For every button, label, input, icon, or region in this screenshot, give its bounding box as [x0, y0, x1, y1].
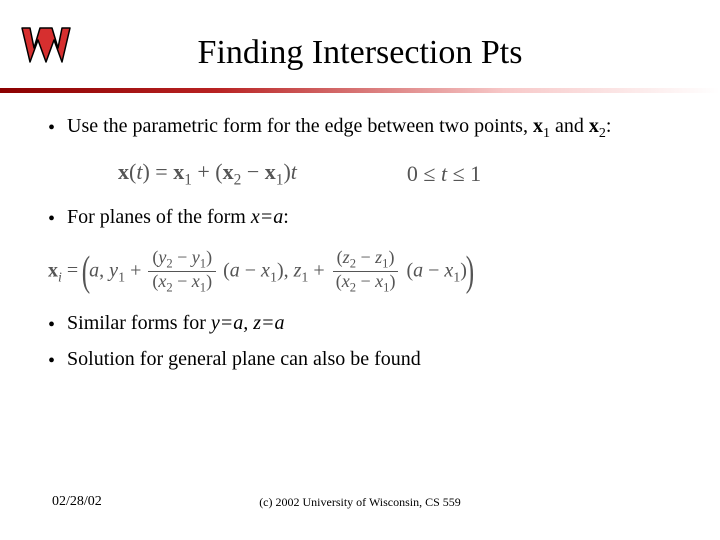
bullet-1: • Use the parametric form for the edge b…	[48, 113, 672, 143]
wisconsin-logo	[18, 22, 74, 70]
bullet-dot: •	[48, 312, 55, 338]
slide-footer: 02/28/02 (c) 2002 University of Wisconsi…	[0, 494, 720, 510]
equation-2: xi = (a, y1 + (y2 − y1) (x2 − x1) (a − x…	[48, 248, 473, 296]
bullet-4: • Solution for general plane can also be…	[48, 346, 672, 374]
b1-x1: x	[533, 115, 543, 137]
footer-copyright: (c) 2002 University of Wisconsin, CS 559	[259, 495, 461, 510]
b1-sub2: 2	[599, 126, 606, 141]
bullet-3-text: Similar forms for y=a, z=a	[67, 310, 285, 336]
b1-sub1: 1	[543, 126, 550, 141]
equation-1-left: x(t) = x1 + (x2 − x1)t	[118, 159, 297, 189]
slide-title: Finding Intersection Pts	[0, 0, 720, 72]
slide: Finding Intersection Pts • Use the param…	[0, 0, 720, 540]
b3-eq: y=a, z=a	[211, 312, 285, 334]
bullet-1-text: Use the parametric form for the edge bet…	[67, 113, 611, 143]
bullet-1-pre: Use the parametric form for the edge bet…	[67, 115, 533, 137]
b3-pre: Similar forms for	[67, 312, 211, 334]
bullet-2: • For planes of the form x=a:	[48, 204, 672, 232]
b1-and: and	[550, 115, 589, 137]
bullet-3: • Similar forms for y=a, z=a	[48, 310, 672, 338]
bullet-4-text: Solution for general plane can also be f…	[67, 346, 421, 372]
bullet-dot: •	[48, 206, 55, 232]
bullet-dot: •	[48, 115, 55, 141]
bullet-dot: •	[48, 348, 55, 374]
b2-eq: x=a	[251, 206, 283, 228]
slide-content: • Use the parametric form for the edge b…	[0, 93, 720, 374]
equation-1-right: 0 ≤ t ≤ 1	[407, 161, 481, 187]
footer-date: 02/28/02	[0, 494, 102, 510]
b2-pre: For planes of the form	[67, 206, 251, 228]
b1-x2: x	[589, 115, 599, 137]
equation-1-row: x(t) = x1 + (x2 − x1)t 0 ≤ t ≤ 1	[48, 151, 672, 203]
b1-post: :	[606, 115, 612, 137]
b2-post: :	[283, 206, 289, 228]
bullet-2-text: For planes of the form x=a:	[67, 204, 289, 230]
w-logo-icon	[18, 22, 74, 70]
equation-2-row: xi = (a, y1 + (y2 − y1) (x2 − x1) (a − x…	[48, 240, 672, 310]
